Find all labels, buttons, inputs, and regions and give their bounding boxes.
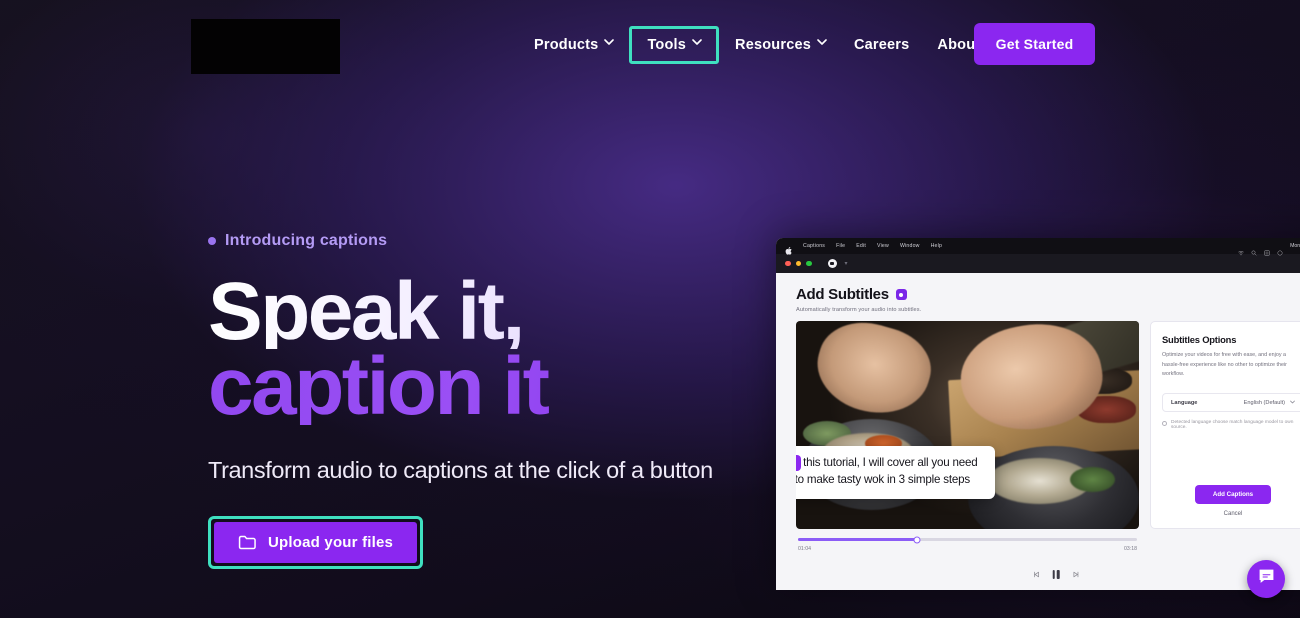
caption-overlay: Duringthis tutorial, I will cover all yo… xyxy=(796,446,995,499)
subtitles-options-card: Subtitles Options Optimize your videos f… xyxy=(1150,321,1300,529)
cancel-button[interactable]: Cancel xyxy=(1151,511,1300,517)
chevron-down-icon xyxy=(604,38,615,48)
chevron-down-icon xyxy=(817,38,827,48)
menu-item-window[interactable]: Window xyxy=(900,243,920,249)
herbs xyxy=(1070,466,1115,492)
nav-item-tools[interactable]: Tools xyxy=(629,26,720,64)
menu-item-captions[interactable]: Captions xyxy=(803,243,825,249)
chevron-down-icon xyxy=(692,38,702,48)
language-selector[interactable]: Language English (Default) xyxy=(1162,393,1300,413)
upload-your-files-button[interactable]: Upload your files xyxy=(214,521,418,563)
language-value: English (Default) xyxy=(1244,400,1295,406)
close-window-icon[interactable] xyxy=(785,260,791,267)
video-column: Duringthis tutorial, I will cover all yo… xyxy=(796,321,1139,579)
chevron-down-icon xyxy=(1290,400,1295,406)
app-icon xyxy=(827,259,837,268)
captions-badge-icon xyxy=(895,289,907,300)
language-hint-text: Detected language choose match language … xyxy=(1171,420,1294,431)
total-time: 03:18 xyxy=(1124,546,1137,552)
site-header: Products Tools Resources Careers About U… xyxy=(0,0,1300,90)
hero-subhead: Transform audio to captions at the click… xyxy=(208,456,713,483)
app-header: Add Subtitles Automatically transform yo… xyxy=(776,273,1300,321)
menu-item-file[interactable]: File xyxy=(836,243,845,249)
app-page-subtitle: Automatically transform your audio into … xyxy=(796,307,922,313)
rewind-icon[interactable] xyxy=(1033,565,1040,583)
add-captions-button[interactable]: Add Captions xyxy=(1194,485,1272,504)
progress-scrubber[interactable] xyxy=(798,536,1137,543)
player-timecodes: 01:04 03:18 xyxy=(798,546,1137,552)
app-title-label: Add Subtitles xyxy=(796,286,889,303)
captions-logo[interactable] xyxy=(191,19,340,74)
menu-item-help[interactable]: Help xyxy=(931,243,942,249)
page-title: Speak it, caption it xyxy=(208,270,768,428)
control-center-icon[interactable] xyxy=(1264,243,1270,256)
hero-eyebrow-label: Introducing captions xyxy=(225,232,388,249)
minimize-window-icon[interactable] xyxy=(795,260,801,267)
language-value-label: English (Default) xyxy=(1243,399,1285,406)
main-navigation: Products Tools Resources Careers About U… xyxy=(520,26,1017,64)
chat-bubble-icon xyxy=(1257,567,1276,591)
nav-label-tools: Tools xyxy=(647,37,687,53)
subtitles-options-column: Subtitles Options Optimize your videos f… xyxy=(1150,321,1300,552)
language-label: Language xyxy=(1171,399,1198,406)
options-actions: Add Captions Cancel xyxy=(1151,483,1300,517)
hand-left xyxy=(806,321,940,427)
menu-item-edit[interactable]: Edit xyxy=(856,243,866,249)
video-player-controls: 01:04 03:18 xyxy=(796,529,1139,579)
nav-label-careers: Careers xyxy=(854,37,910,53)
macos-menu-bar: Captions File Edit View Window Help Mon xyxy=(776,238,1300,256)
caption-highlight-word: During xyxy=(796,455,802,472)
nav-item-resources[interactable]: Resources xyxy=(721,26,840,64)
page-root: Products Tools Resources Careers About U… xyxy=(0,0,1300,618)
search-icon[interactable] xyxy=(1251,243,1257,256)
macos-status-items: Mon Jul 17 9:41 xyxy=(1238,243,1300,256)
macos-menu-items: Captions File Edit View Window Help xyxy=(803,243,942,249)
pause-icon[interactable] xyxy=(1052,569,1060,579)
folder-icon xyxy=(238,534,257,551)
upload-button-highlight: Upload your files xyxy=(208,515,424,569)
maximize-window-icon[interactable] xyxy=(806,260,812,267)
get-started-button[interactable]: Get Started xyxy=(974,23,1095,65)
menu-item-view[interactable]: View xyxy=(877,243,889,249)
info-icon xyxy=(1162,420,1167,426)
app-content-columns: Duringthis tutorial, I will cover all yo… xyxy=(776,321,1300,579)
video-preview[interactable]: Duringthis tutorial, I will cover all yo… xyxy=(796,321,1139,529)
language-hint: Detected language choose match language … xyxy=(1162,420,1300,430)
nav-item-careers[interactable]: Careers xyxy=(840,26,923,64)
app-mockup: Captions File Edit View Window Help Mon … xyxy=(776,238,1300,590)
window-title-bar: ▾ xyxy=(776,254,1300,273)
siri-icon[interactable] xyxy=(1277,243,1283,256)
caption-rest-text: this tutorial, I will cover all you need… xyxy=(796,456,978,487)
current-time: 01:04 xyxy=(798,546,811,552)
app-page-title: Add Subtitles xyxy=(796,286,1300,303)
caption-text: Duringthis tutorial, I will cover all yo… xyxy=(796,455,983,489)
headline-line-1: Speak it, xyxy=(208,270,768,352)
wifi-icon[interactable] xyxy=(1238,243,1244,256)
apple-logo-icon xyxy=(785,242,792,255)
chat-launcher-button[interactable] xyxy=(1247,560,1285,598)
app-window-body: Add Subtitles Automatically transform yo… xyxy=(776,273,1300,590)
menu-bar-clock: Mon Jul 17 9:41 xyxy=(1290,243,1300,249)
playback-controls xyxy=(1033,565,1080,583)
hero-eyebrow: Introducing captions xyxy=(208,232,768,250)
nav-item-products[interactable]: Products xyxy=(520,26,627,64)
upload-button-label: Upload your files xyxy=(268,533,394,551)
fast-forward-icon[interactable] xyxy=(1072,565,1079,583)
scrubber-handle[interactable] xyxy=(913,536,921,543)
subtitles-options-description: Optimize your videos for free with ease,… xyxy=(1162,352,1287,378)
nav-label-products: Products xyxy=(534,37,599,53)
subtitles-options-title: Subtitles Options xyxy=(1162,334,1237,345)
headline-line-2: caption it xyxy=(208,346,768,428)
bullet-dot-icon xyxy=(208,237,216,245)
nav-label-resources: Resources xyxy=(735,37,811,53)
hero-section: Introducing captions Speak it, caption i… xyxy=(208,232,768,569)
chevron-down-icon[interactable]: ▾ xyxy=(845,260,848,267)
progress-fill xyxy=(798,538,917,541)
